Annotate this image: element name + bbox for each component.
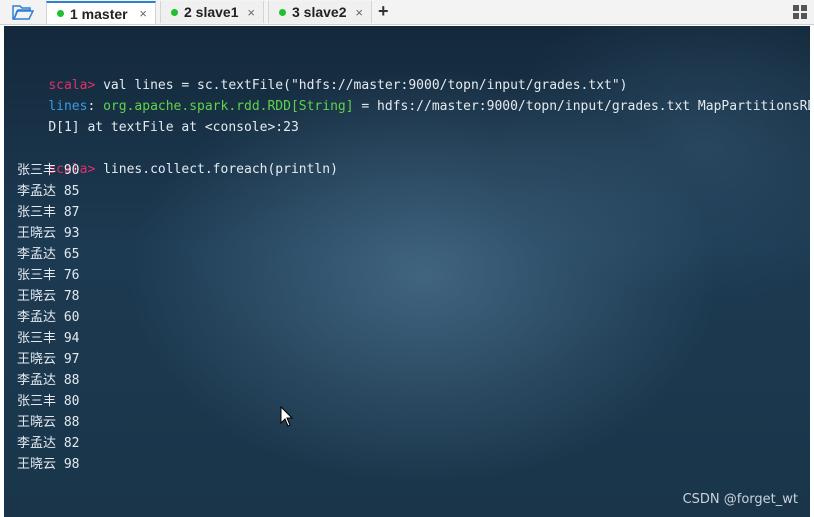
session-tab-bar: 1 master × 2 slave1 × 3 slave2 × + bbox=[0, 0, 814, 25]
tab-master[interactable]: 1 master × bbox=[46, 1, 156, 24]
output-line: 张三丰 80 bbox=[17, 394, 80, 409]
output-line: 李孟达 85 bbox=[17, 184, 80, 199]
command-line: scala> lines.collect.foreach(println) bbox=[17, 140, 338, 177]
add-tab-button[interactable]: + bbox=[378, 1, 389, 22]
output-line: 李孟达 65 bbox=[17, 247, 80, 262]
output-line: 王晓云 88 bbox=[17, 415, 80, 430]
output-line: 王晓云 97 bbox=[17, 352, 80, 367]
output-line: 李孟达 82 bbox=[17, 436, 80, 451]
command-line: scala> val lines = sc.textFile("hdfs://m… bbox=[17, 56, 627, 93]
folder-open-icon bbox=[12, 5, 34, 20]
output-line: 王晓云 93 bbox=[17, 226, 80, 241]
result-value: = hdfs://master:9000/topn/input/grades.t… bbox=[353, 99, 810, 114]
command-line: scala> bbox=[17, 497, 95, 517]
output-line: 王晓云 78 bbox=[17, 289, 80, 304]
connected-status-icon bbox=[279, 8, 286, 16]
output-line: 张三丰 90 bbox=[17, 163, 80, 178]
terminal-window[interactable]: scala> val lines = sc.textFile("hdfs://m… bbox=[4, 26, 810, 517]
close-icon[interactable]: × bbox=[139, 6, 147, 21]
open-folder-button[interactable] bbox=[4, 0, 42, 24]
output-line: 李孟达 88 bbox=[17, 373, 80, 388]
tab-slave2[interactable]: 3 slave2 × bbox=[268, 1, 372, 23]
output-line: 李孟达 60 bbox=[17, 310, 80, 325]
command-text: lines.collect.foreach(println) bbox=[95, 162, 338, 177]
tab-slave1[interactable]: 2 slave1 × bbox=[160, 1, 264, 23]
connected-status-icon bbox=[57, 10, 64, 17]
tab-label: 3 slave2 bbox=[292, 4, 347, 20]
result-line-wrap: D[1] at textFile at <console>:23 bbox=[17, 98, 298, 135]
output-line: 张三丰 94 bbox=[17, 331, 80, 346]
output-line: 张三丰 76 bbox=[17, 268, 80, 283]
watermark: CSDN @forget_wt bbox=[682, 492, 798, 507]
close-icon[interactable]: × bbox=[247, 5, 255, 20]
tab-label: 2 slave1 bbox=[184, 4, 239, 20]
connected-status-icon bbox=[171, 8, 178, 16]
mouse-pointer-icon bbox=[280, 406, 294, 427]
output-line: 张三丰 87 bbox=[17, 205, 80, 220]
tab-label: 1 master bbox=[70, 5, 128, 22]
grid-layout-icon[interactable] bbox=[792, 4, 808, 20]
result-value-wrap: D[1] at textFile at <console>:23 bbox=[48, 120, 299, 135]
result-line: lines: org.apache.spark.rdd.RDD[String] … bbox=[17, 77, 810, 114]
output-line: 王晓云 98 bbox=[17, 457, 80, 472]
close-icon[interactable]: × bbox=[355, 5, 363, 20]
